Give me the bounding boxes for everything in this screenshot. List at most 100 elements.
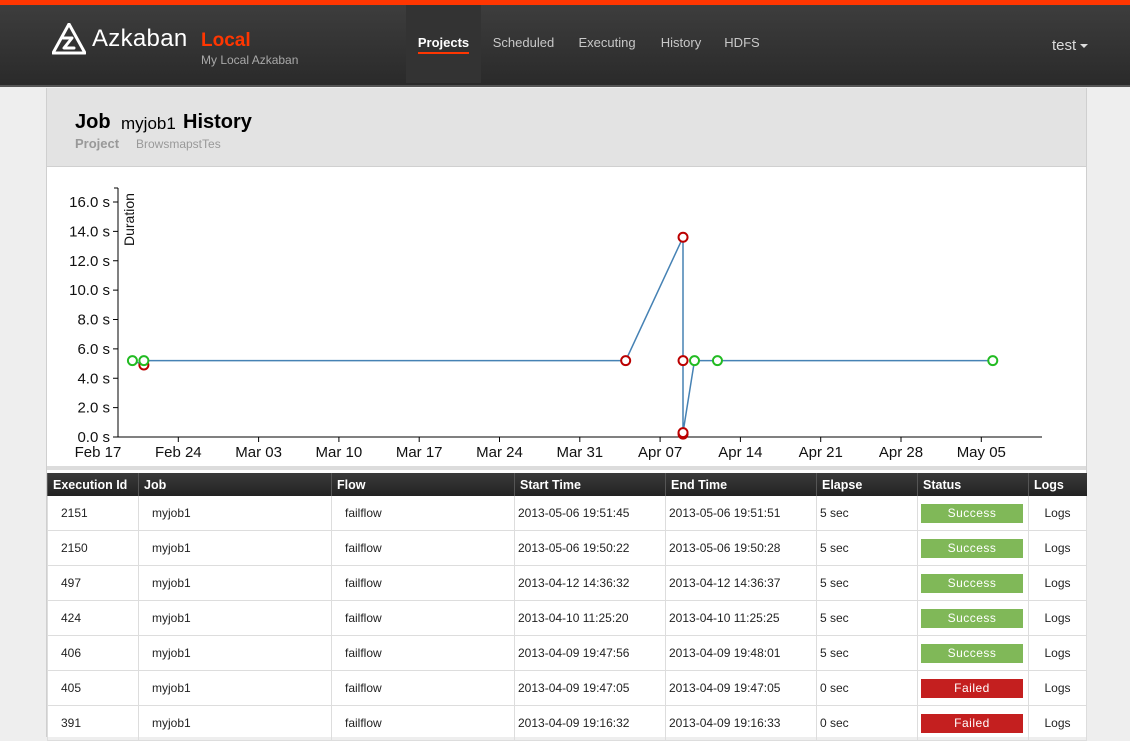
caret-down-icon xyxy=(1080,44,1089,49)
x-tick-label: Mar 10 xyxy=(316,444,363,461)
flow-cell[interactable]: failflow xyxy=(331,600,515,636)
job-cell[interactable]: myjob1 xyxy=(138,600,332,636)
status-cell: Success xyxy=(917,565,1029,601)
table-row: 406 myjob1 failflow 2013-04-09 19:47:56 2013… xyxy=(47,635,1087,671)
logs-link[interactable]: Logs xyxy=(1028,705,1087,741)
end-time-cell: 2013-04-09 19:16:33 xyxy=(665,705,817,741)
job-label: Job xyxy=(75,111,111,133)
col-header-status[interactable]: Status xyxy=(917,473,1029,496)
status-cell: Success xyxy=(917,496,1029,531)
status-badge: Failed xyxy=(921,713,1023,733)
y-tick-label: 8.0 s xyxy=(77,312,110,329)
logs-link[interactable]: Logs xyxy=(1028,496,1087,531)
col-header-execution-id[interactable]: Execution Id xyxy=(47,473,139,496)
job-cell[interactable]: myjob1 xyxy=(138,705,332,741)
navbar: Azkaban Local My Local Azkaban Projects … xyxy=(0,5,1130,87)
nav-scheduled-label: Scheduled xyxy=(492,35,555,50)
status-badge: Success xyxy=(921,573,1023,593)
flow-cell[interactable]: failflow xyxy=(331,496,515,531)
project-name[interactable]: BrowsmapstTes xyxy=(136,137,221,151)
y-tick-label: 10.0 s xyxy=(69,282,110,299)
success-point xyxy=(126,355,138,367)
nav-history[interactable]: History xyxy=(651,5,711,83)
x-tick-label: Mar 31 xyxy=(556,444,603,461)
nav-hdfs[interactable]: HDFS xyxy=(718,5,766,83)
azkaban-logo-icon[interactable] xyxy=(52,23,86,55)
table-row: 391 myjob1 failflow 2013-04-09 19:16:32 2013… xyxy=(47,705,1087,741)
execution-id-cell[interactable]: 2150 xyxy=(47,530,139,566)
execution-id-cell[interactable]: 2151 xyxy=(47,496,139,531)
end-time-cell: 2013-04-10 11:25:25 xyxy=(665,600,817,636)
execution-id-cell[interactable]: 405 xyxy=(47,670,139,706)
start-time-cell: 2013-04-09 19:47:05 xyxy=(514,670,666,706)
logs-link[interactable]: Logs xyxy=(1028,530,1087,566)
flow-cell[interactable]: failflow xyxy=(331,565,515,601)
job-cell[interactable]: myjob1 xyxy=(138,670,332,706)
start-time-cell: 2013-04-09 19:16:32 xyxy=(514,705,666,741)
col-header-start-time[interactable]: Start Time xyxy=(514,473,666,496)
duration-chart-svg: 0.0 s2.0 s4.0 s6.0 s8.0 s10.0 s12.0 s14.… xyxy=(69,187,1042,461)
logs-link[interactable]: Logs xyxy=(1028,635,1087,671)
success-point xyxy=(689,355,701,367)
execution-id-cell[interactable]: 406 xyxy=(47,635,139,671)
history-label: History xyxy=(183,111,252,133)
brand-name[interactable]: Azkaban xyxy=(92,25,188,53)
col-header-job[interactable]: Job xyxy=(138,473,332,496)
execution-id-cell[interactable]: 391 xyxy=(47,705,139,741)
logs-link[interactable]: Logs xyxy=(1028,565,1087,601)
execution-table: Execution Id Job Flow Start Time End Tim… xyxy=(47,473,1087,741)
end-time-cell: 2013-05-06 19:50:28 xyxy=(665,530,817,566)
elapse-cell: 0 sec xyxy=(816,670,918,706)
x-tick-label: May 05 xyxy=(957,444,1006,461)
status-cell: Success xyxy=(917,635,1029,671)
job-cell[interactable]: myjob1 xyxy=(138,635,332,671)
duration-series-line xyxy=(132,236,993,435)
status-badge: Success xyxy=(921,538,1023,558)
flow-cell[interactable]: failflow xyxy=(331,705,515,741)
table-header-row: Execution Id Job Flow Start Time End Tim… xyxy=(47,473,1087,496)
content-panel: Job myjob1 History Project BrowsmapstTes… xyxy=(46,88,1087,741)
execution-id-cell[interactable]: 424 xyxy=(47,600,139,636)
nav-scheduled[interactable]: Scheduled xyxy=(486,5,561,83)
job-cell[interactable]: myjob1 xyxy=(138,565,332,601)
status-cell: Success xyxy=(917,600,1029,636)
x-tick-label: Mar 24 xyxy=(476,444,523,461)
table-row: 405 myjob1 failflow 2013-04-09 19:47:05 2013… xyxy=(47,670,1087,706)
flow-cell[interactable]: failflow xyxy=(331,635,515,671)
job-cell[interactable]: myjob1 xyxy=(138,496,332,531)
nav-projects-label: Projects xyxy=(417,35,470,54)
end-time-cell: 2013-04-12 14:36:37 xyxy=(665,565,817,601)
col-header-logs[interactable]: Logs xyxy=(1028,473,1087,496)
user-menu[interactable]: test xyxy=(1052,37,1089,54)
col-header-elapse[interactable]: Elapse xyxy=(816,473,918,496)
table-row: 2150 myjob1 failflow 2013-05-06 19:50:22 201… xyxy=(47,530,1087,566)
table-row: 497 myjob1 failflow 2013-04-12 14:36:32 2013… xyxy=(47,565,1087,601)
status-cell: Success xyxy=(917,530,1029,566)
chart-divider xyxy=(47,466,1086,470)
col-header-end-time[interactable]: End Time xyxy=(665,473,817,496)
nav-executing-label: Executing xyxy=(578,35,636,50)
end-time-cell: 2013-04-09 19:48:01 xyxy=(665,635,817,671)
user-name: test xyxy=(1052,37,1077,54)
y-tick-label: 16.0 s xyxy=(69,194,110,211)
x-tick-label: Apr 21 xyxy=(799,444,843,461)
col-header-flow[interactable]: Flow xyxy=(331,473,515,496)
x-tick-label: Mar 17 xyxy=(396,444,443,461)
flow-cell[interactable]: failflow xyxy=(331,670,515,706)
logs-link[interactable]: Logs xyxy=(1028,670,1087,706)
nav-projects[interactable]: Projects xyxy=(406,5,481,83)
execution-id-cell[interactable]: 497 xyxy=(47,565,139,601)
success-point xyxy=(138,355,150,367)
x-tick-label: Apr 07 xyxy=(638,444,682,461)
page-header: Job myjob1 History Project BrowsmapstTes xyxy=(47,88,1086,167)
job-cell[interactable]: myjob1 xyxy=(138,530,332,566)
y-tick-label: 12.0 s xyxy=(69,253,110,270)
nav-executing[interactable]: Executing xyxy=(570,5,644,83)
status-badge: Failed xyxy=(921,678,1023,698)
logs-link[interactable]: Logs xyxy=(1028,600,1087,636)
failed-point xyxy=(677,231,689,243)
flow-cell[interactable]: failflow xyxy=(331,530,515,566)
y-tick-label: 4.0 s xyxy=(77,370,110,387)
status-cell: Failed xyxy=(917,670,1029,706)
x-tick-label: Feb 24 xyxy=(155,444,202,461)
